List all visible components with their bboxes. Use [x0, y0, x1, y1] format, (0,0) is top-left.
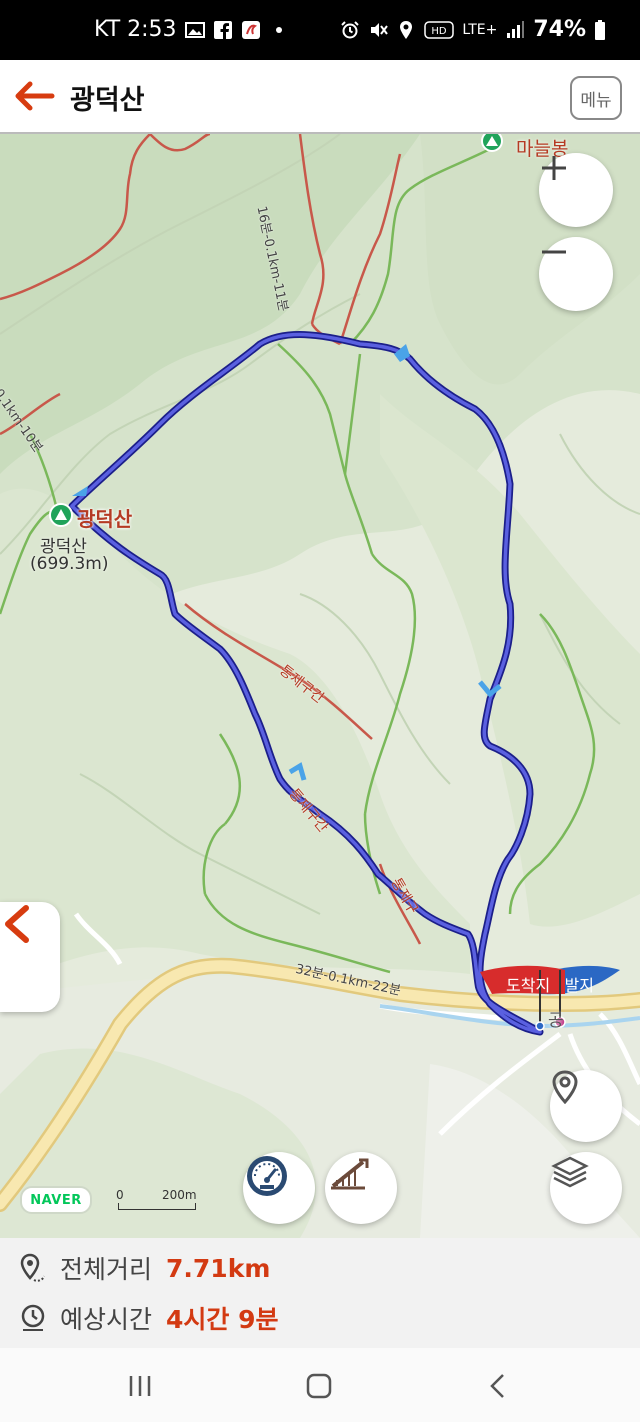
chevron-left-icon [5, 905, 29, 943]
network-type: LTE+ [462, 21, 498, 38]
arrow-left-icon [15, 81, 55, 111]
village-label: 공 [548, 1011, 564, 1031]
home-button[interactable] [299, 1368, 339, 1404]
carrier-time: KT 2:53 [94, 17, 177, 42]
map-view[interactable]: 광덕산 광덕산 (699.3m) 마늘봉 16분-0.1km-11분 0.1km… [0, 134, 640, 1238]
system-back-button[interactable] [478, 1368, 518, 1404]
peak-marker-maneulbong[interactable] [481, 134, 503, 152]
distance-label: 전체거리 [60, 1255, 153, 1284]
route-distance-icon [20, 1253, 45, 1282]
battery-icon [595, 19, 605, 40]
speedometer-icon [247, 1156, 287, 1196]
location-icon [400, 20, 413, 39]
peak-label-line2: (699.3m) [30, 554, 109, 574]
app-icon [241, 20, 260, 39]
dot-icon [275, 26, 282, 33]
menu-button[interactable]: 메뉴 [570, 76, 622, 120]
naver-logo: NAVER [20, 1186, 92, 1214]
my-location-button[interactable] [550, 1070, 622, 1142]
time-label: 예상시간 [60, 1305, 153, 1334]
side-panel-toggle[interactable] [0, 902, 60, 1012]
plus-icon [542, 156, 566, 180]
time-value: 4시간 9분 [166, 1305, 279, 1334]
back-icon [490, 1374, 504, 1398]
distance-value: 7.71km [166, 1253, 271, 1283]
app-header: 광덕산 메뉴 [0, 60, 640, 134]
start-point [535, 1021, 545, 1031]
map-pin-icon [552, 1070, 578, 1104]
alarm-icon [341, 20, 360, 38]
peak-marker-gwangdeoksan[interactable] [49, 503, 73, 527]
scale-distance: 200m [162, 1188, 197, 1202]
recent-apps-button[interactable] [120, 1368, 160, 1404]
slope-chart-icon [331, 1158, 369, 1190]
distance-row: 전체거리 7.71km [18, 1250, 270, 1286]
page-title: 광덕산 [70, 85, 145, 116]
svg-text:HD: HD [432, 26, 448, 37]
hd-icon: HD [424, 20, 455, 39]
layers-icon [551, 1156, 589, 1188]
home-icon [306, 1373, 332, 1399]
departure-flag-label: 출발지 [566, 976, 594, 995]
signal-icon [507, 20, 525, 38]
time-row: 예상시간 4시간 9분 [18, 1300, 279, 1336]
peak-name-label: 광덕산 [77, 507, 133, 531]
zoom-out-button[interactable] [539, 237, 613, 311]
system-nav-bar [0, 1348, 640, 1422]
scale-bar [118, 1203, 196, 1210]
clock-walk-icon [21, 1304, 45, 1331]
scale-zero: 0 [116, 1188, 124, 1202]
elevation-profile-button[interactable] [325, 1152, 397, 1224]
battery-percent: 74% [533, 17, 586, 42]
zoom-in-button[interactable] [539, 153, 613, 227]
gallery-icon [184, 21, 205, 38]
minus-icon [542, 250, 566, 254]
back-button[interactable] [12, 78, 56, 114]
layers-button[interactable] [550, 1152, 622, 1224]
altitude-gauge-button[interactable] [243, 1152, 315, 1224]
route-summary: 전체거리 7.71km 예상시간 4시간 9분 [0, 1238, 640, 1348]
mute-icon [371, 22, 389, 37]
arrival-flag-label: 도착지 [506, 976, 551, 995]
map-scale: 0 200m [116, 1188, 200, 1212]
recent-apps-icon [129, 1376, 151, 1396]
status-bar: KT 2:53 HD LTE+ 74% [0, 0, 640, 60]
facebook-icon [213, 20, 232, 39]
